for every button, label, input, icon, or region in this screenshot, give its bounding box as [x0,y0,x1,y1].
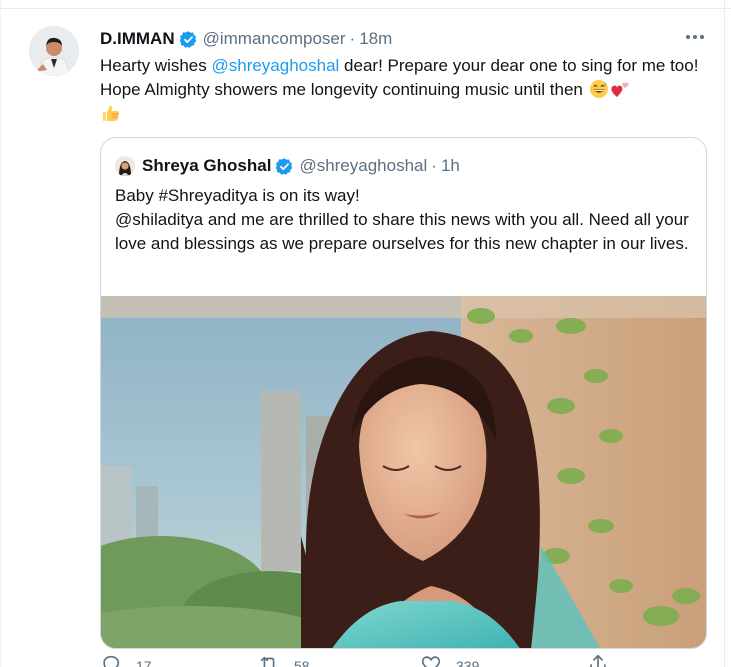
like-button[interactable]: 339 [420,653,479,667]
tweet-timestamp[interactable]: 18m [359,29,392,49]
author-name[interactable]: D.IMMAN [100,29,175,49]
author-avatar[interactable] [29,26,79,76]
column-border [724,0,725,667]
quoted-tweet-text: Baby #Shreyaditya is on its way! @shilad… [115,184,695,256]
more-options-icon[interactable] [683,26,707,48]
quoted-text-line1: Baby #Shreyaditya is on its way! [115,186,360,205]
separator-dot: · [349,29,356,48]
tweet[interactable]: D.IMMAN @immancomposer · 18m Hearty wish… [14,12,714,667]
mention-link[interactable]: @shreyaghoshal [211,56,339,75]
quoted-author-avatar[interactable] [115,156,135,176]
retweet-icon [258,653,280,667]
two-hearts-emoji-icon [610,79,630,99]
tweet-text: Hearty wishes @shreyaghoshal dear! Prepa… [100,54,706,126]
share-icon [587,653,609,667]
quoted-tweet-header: Shreya Ghoshal @shreyaghoshal · 1h [115,152,460,180]
grinning-sweat-emoji-icon [589,79,609,99]
retweet-count: 58 [294,657,310,667]
author-handle[interactable]: @immancomposer [203,29,346,49]
reply-count: 17 [136,657,152,667]
reply-icon [100,653,122,667]
separator-dot: · [431,156,437,175]
quoted-tweet-photo[interactable] [101,296,706,648]
verified-badge-icon [275,157,294,176]
verified-badge-icon [179,30,198,49]
quoted-text-line2: @shiladitya and me are thrilled to share… [115,210,689,253]
like-count: 339 [456,657,480,667]
tweet-header: D.IMMAN @immancomposer · 18m [100,26,392,52]
tweet-actions: 17 58 339 [100,653,620,667]
quoted-timestamp[interactable]: 1h [441,156,460,176]
thumbs-up-emoji-icon [101,103,121,123]
reply-button[interactable]: 17 [100,653,152,667]
share-button[interactable] [587,653,609,667]
tweet-text-part1: Hearty wishes [100,56,212,75]
heart-icon [420,653,442,667]
quoted-author-handle[interactable]: @shreyaghoshal [299,156,427,176]
top-divider [0,8,731,9]
retweet-button[interactable]: 58 [258,653,310,667]
quoted-author-name[interactable]: Shreya Ghoshal [142,156,271,176]
quoted-tweet[interactable]: Shreya Ghoshal @shreyaghoshal · 1h Baby … [100,137,707,649]
